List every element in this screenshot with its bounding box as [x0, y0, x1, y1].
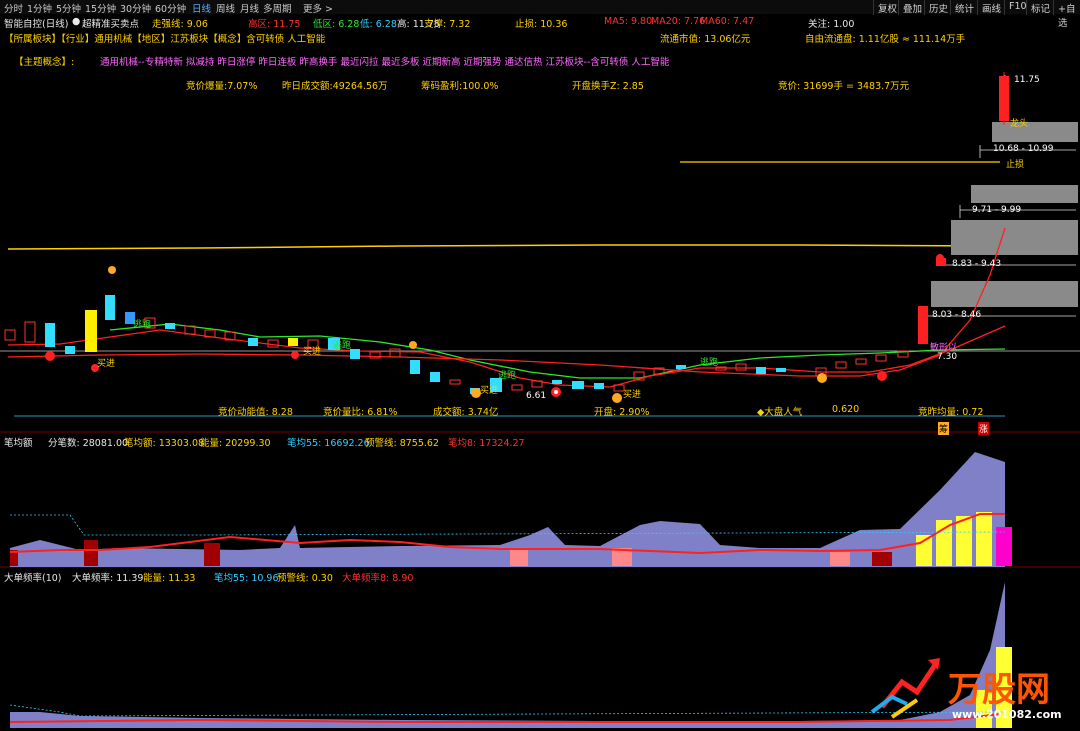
dragon-head-label: 龙头	[1010, 119, 1029, 129]
buy-label-4: 买进	[623, 390, 642, 400]
buy-label-3: 买进	[480, 386, 499, 396]
panel2-warn: 预警线: 0.30	[277, 573, 333, 584]
panel2-name[interactable]: 大单频率(10)	[4, 570, 62, 584]
panel1-avg55: 笔均55: 16692.26	[287, 438, 370, 449]
watermark-logo: 万股网 www.201082.com	[862, 652, 1062, 727]
range2-label: 9.71 - 9.99	[972, 205, 1022, 215]
panel2-energy: 能量: 11.33	[143, 573, 196, 584]
panel1-chart	[9, 452, 1012, 567]
panel2-freq: 大单频率: 11.39	[72, 573, 144, 584]
buy-label-2: 买进	[303, 347, 322, 357]
stock-tag-label: 敏形以	[930, 343, 958, 353]
top-price-label: 11.75	[1014, 75, 1040, 85]
range1-label: 10.68 - 10.99	[993, 144, 1054, 154]
auction-momentum: 竞价动能值: 8.28	[218, 407, 293, 418]
follow-label-3: 逃跑	[498, 371, 517, 381]
follow-label-2: 逃跑	[333, 341, 352, 351]
current-price-label: 7.30	[937, 352, 958, 362]
buy-label-1: 买进	[97, 359, 116, 369]
market-pop-label: ◆大盘人气	[757, 407, 803, 418]
open-pct: 开盘: 2.90%	[594, 407, 650, 418]
panel1-count: 分笔数: 28081.00	[48, 438, 129, 449]
auction-vol-ratio: 竞价量比: 6.81%	[323, 407, 398, 418]
panel1-name[interactable]: 笔均额	[4, 435, 33, 449]
kline-chart[interactable]	[0, 0, 1080, 731]
panel1-avg8: 笔均8: 17324.27	[448, 438, 525, 449]
stop-loss-label: 止损	[1006, 160, 1025, 170]
market-pop-value: 0.620	[832, 404, 860, 415]
panel2-avg55: 笔均55: 10.96	[214, 573, 279, 584]
panel1-warn: 预警线: 8755.62	[365, 438, 440, 449]
panel1-avg-amount: 笔均额: 13303.08	[124, 438, 205, 449]
chip-badge: 筹	[938, 422, 950, 435]
range4-label: 8.03 - 8.46	[932, 310, 982, 320]
low-price-label: 6.61	[526, 391, 547, 401]
rise-badge: 涨	[978, 422, 990, 435]
range3-label: 8.83 - 9.43	[952, 259, 1002, 269]
turnover-amount: 成交额: 3.74亿	[433, 407, 499, 418]
prev-auction-avg: 竞昨均量: 0.72	[918, 407, 984, 418]
watermark-brand: 万股网	[948, 670, 1050, 710]
watermark-url: www.201082.com	[952, 708, 1062, 721]
panel2-freq8: 大单频率8: 8.90	[342, 573, 414, 584]
candles	[4, 295, 909, 394]
follow-label-4: 逃跑	[700, 358, 719, 368]
panel1-energy: 能量: 20299.30	[200, 438, 271, 449]
follow-label-1: 逃跑	[133, 320, 152, 330]
